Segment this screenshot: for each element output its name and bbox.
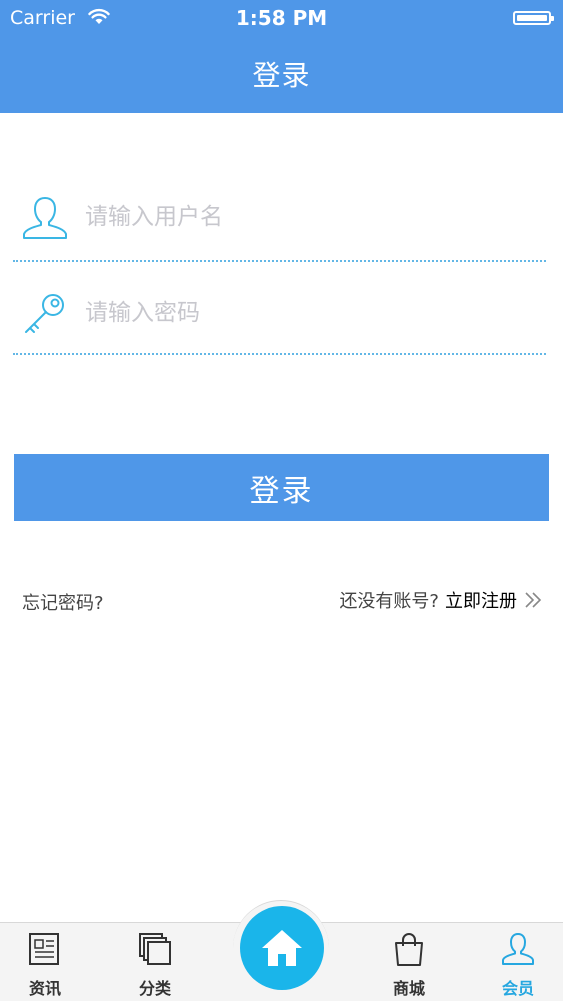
- forgot-password-link[interactable]: 忘记密码?: [22, 589, 104, 615]
- tab-label: 资讯: [28, 979, 61, 998]
- username-input[interactable]: [83, 196, 527, 238]
- tab-label: 商城: [392, 979, 425, 998]
- password-input[interactable]: [83, 292, 527, 334]
- top-bar: Carrier 1:58 PM 登录: [0, 0, 563, 113]
- username-divider: [13, 260, 546, 262]
- no-account-text: 还没有账号?: [339, 591, 439, 612]
- tab-home[interactable]: [240, 906, 324, 990]
- username-row: [13, 182, 546, 252]
- page-title: 登录: [252, 59, 311, 92]
- category-icon: [139, 933, 171, 965]
- status-bar: Carrier 1:58 PM: [0, 0, 563, 38]
- battery-icon: [513, 11, 554, 25]
- tab-label: 会员: [501, 979, 534, 998]
- shop-bag-icon: [395, 933, 423, 966]
- tab-news[interactable]: 资讯: [0, 923, 90, 1001]
- tab-category[interactable]: 分类: [110, 923, 200, 1001]
- password-row: [13, 278, 546, 348]
- status-time: 1:58 PM: [235, 6, 328, 30]
- tab-label: 分类: [138, 979, 171, 998]
- double-chevron-right-icon[interactable]: [523, 590, 543, 610]
- register-link[interactable]: 立即注册: [445, 587, 517, 613]
- login-button[interactable]: 登录: [14, 454, 549, 521]
- home-icon: [262, 930, 302, 966]
- key-icon: [20, 288, 70, 338]
- tab-shop[interactable]: 商城: [364, 923, 454, 1001]
- member-icon: [502, 933, 534, 965]
- register-prompt: 还没有账号? 立即注册: [339, 587, 543, 613]
- tab-member[interactable]: 会员: [473, 923, 563, 1001]
- user-icon: [20, 192, 70, 242]
- news-icon: [29, 933, 59, 965]
- password-divider: [13, 353, 546, 355]
